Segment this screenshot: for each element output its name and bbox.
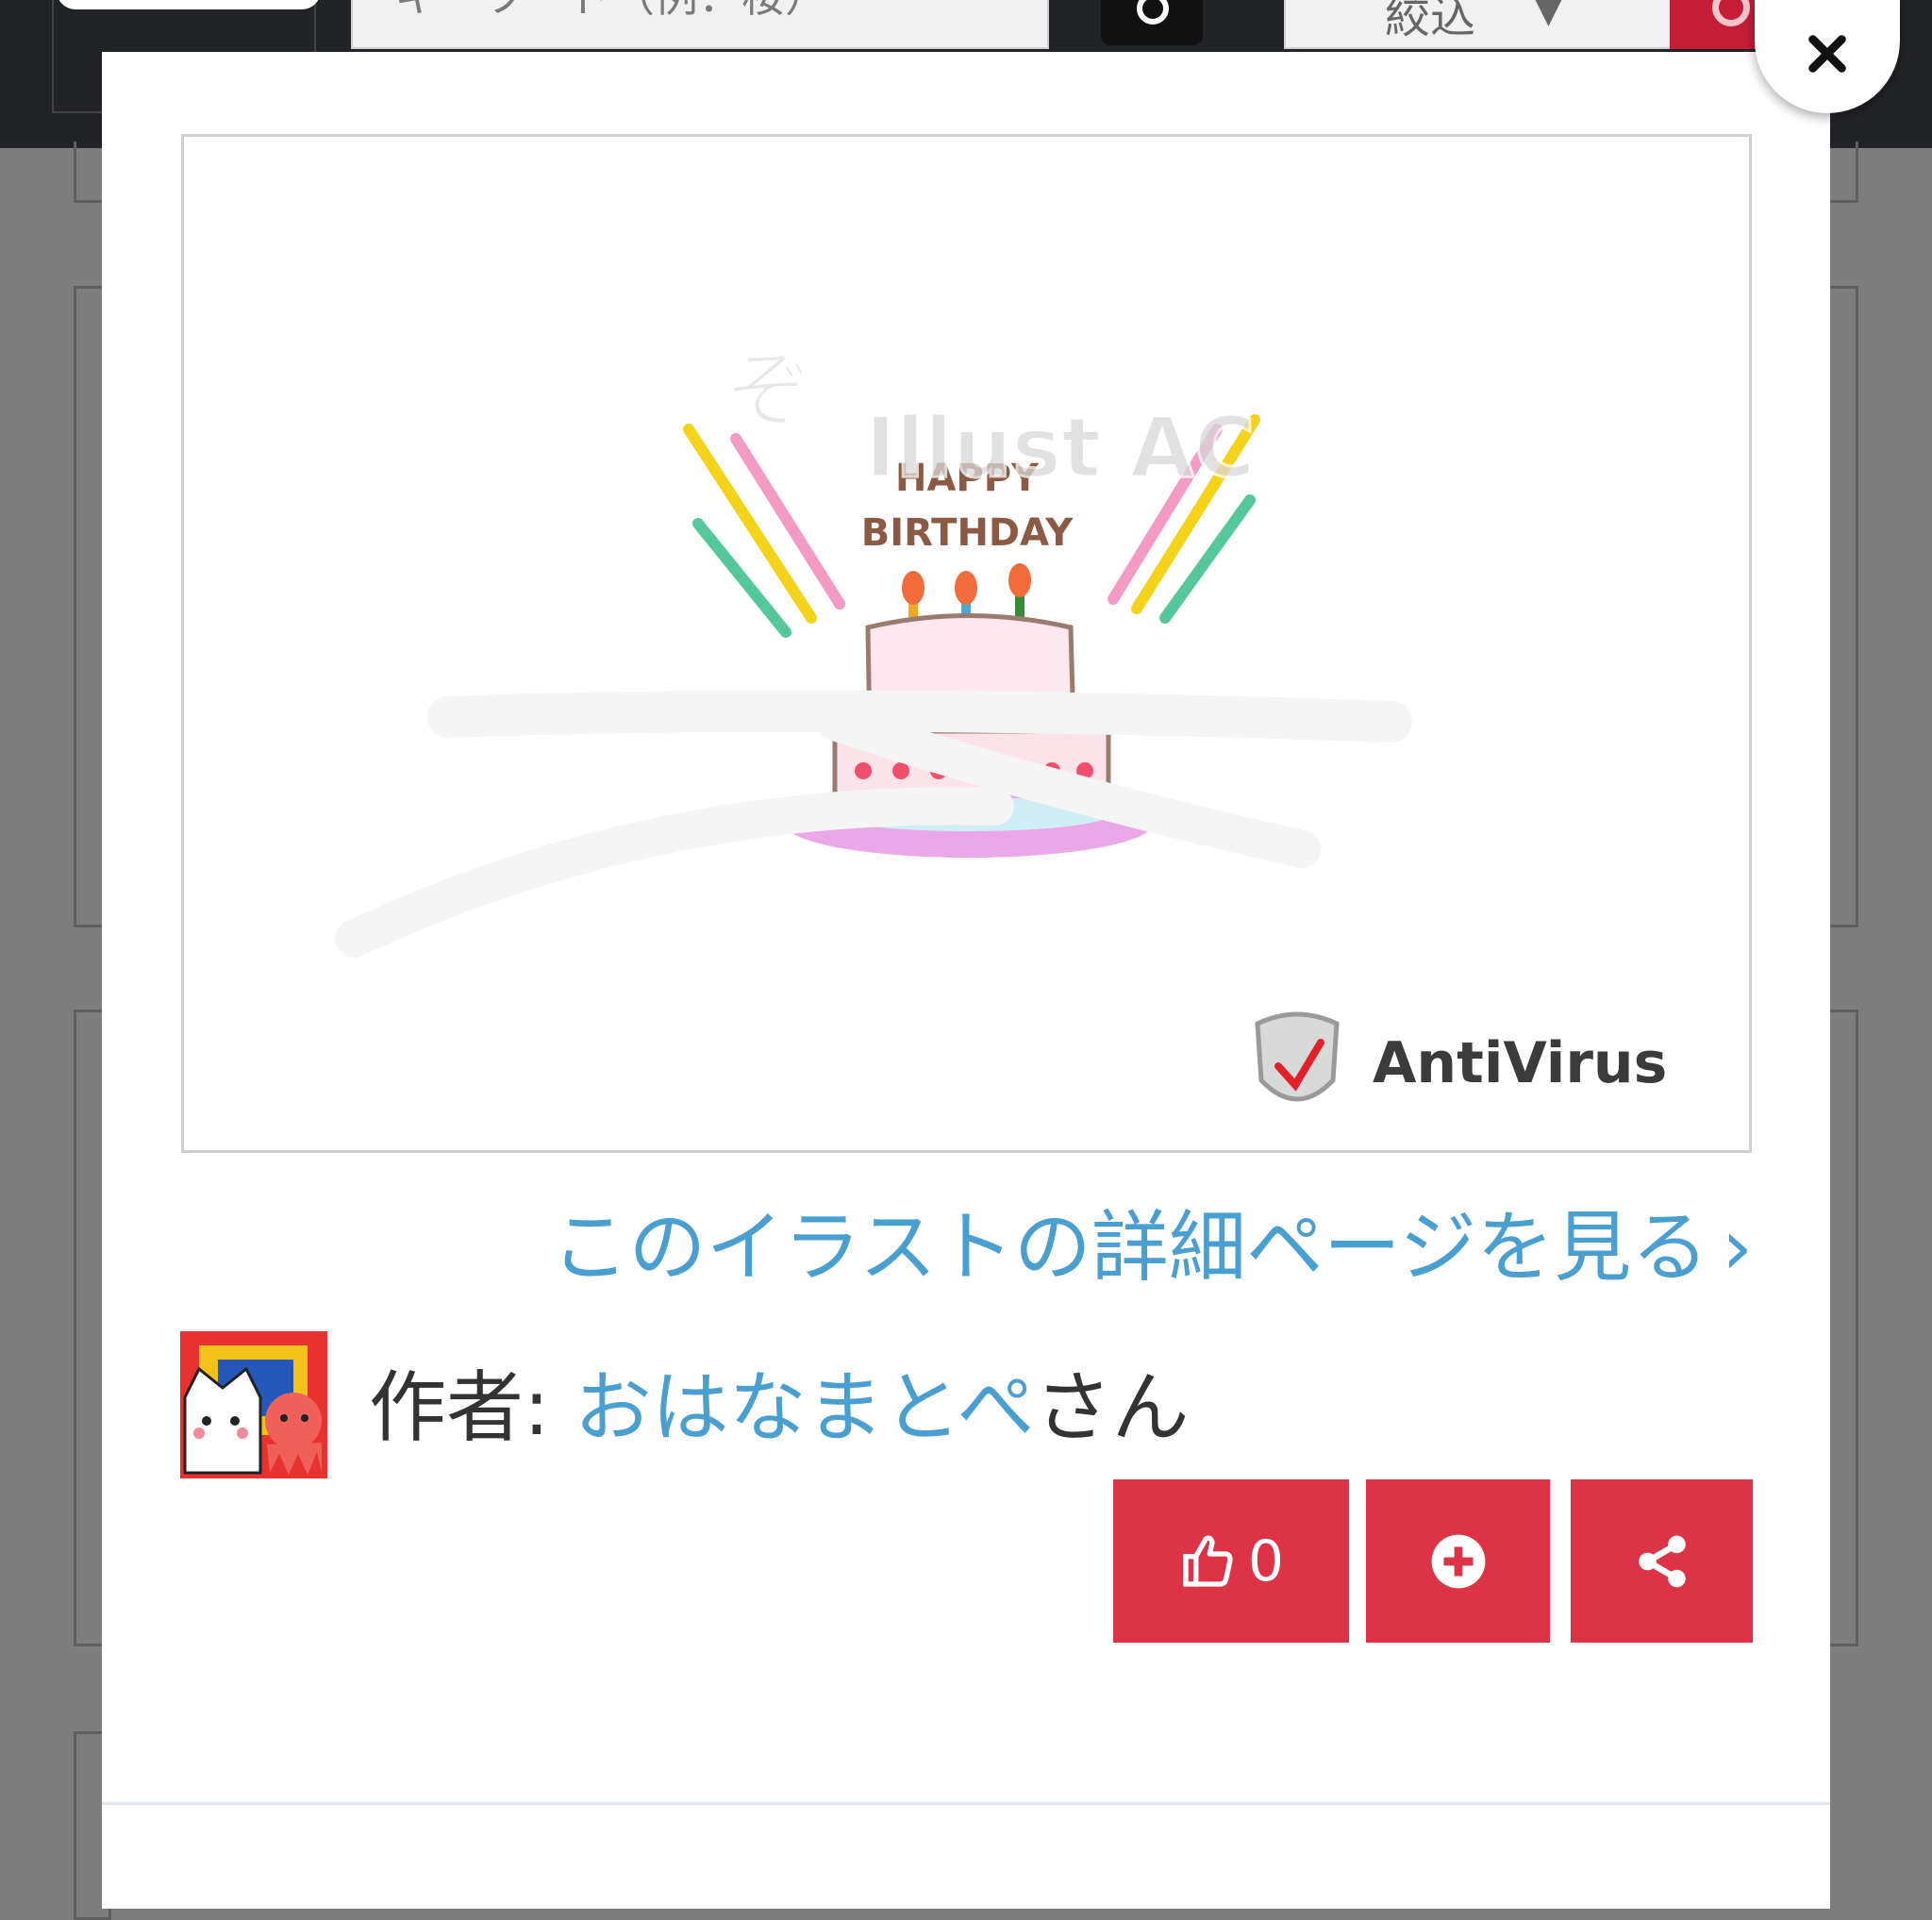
svg-text:ぞ: ぞ: [726, 342, 811, 441]
detail-link-label: このイラストの詳細ページを見る: [551, 1203, 1709, 1293]
camera-icon: [1137, 0, 1169, 25]
image-text-line2: BIRTHDAY: [861, 511, 1074, 555]
chevron-down-icon: ▼: [1531, 0, 1566, 32]
search-icon: [1712, 0, 1750, 26]
antivirus-badge: AntiVirus: [1255, 1011, 1667, 1102]
share-icon: [1638, 1535, 1686, 1587]
antivirus-label: AntiVirus: [1373, 1030, 1667, 1096]
logo-button[interactable]: [57, 0, 321, 9]
add-to-collection-button[interactable]: [1366, 1479, 1550, 1643]
image-search-button[interactable]: [1101, 0, 1203, 45]
section-divider: [102, 1802, 1830, 1805]
author-suffix: さん: [1034, 1363, 1190, 1453]
birthday-cake-illustration: HAPPY BIRTHDAY ぞ Illust AC AntiVirus: [335, 341, 1667, 1102]
author-avatar[interactable]: [180, 1331, 327, 1478]
thumbs-up-icon: [1183, 1535, 1233, 1587]
detail-page-link[interactable]: このイラストの詳細ページを見る ›: [551, 1184, 1753, 1296]
author-name-link[interactable]: おはなまとぺ: [575, 1363, 1035, 1453]
filter-select[interactable]: 絞込 ▼: [1284, 0, 1680, 49]
author-credit: 作者: おはなまとぺさん: [369, 1361, 1190, 1456]
plus-circle-icon: [1431, 1534, 1485, 1588]
illustration-preview[interactable]: HAPPY BIRTHDAY ぞ Illust AC AntiVirus: [181, 134, 1752, 1153]
chevron-right-icon: ›: [1722, 1203, 1753, 1293]
search-input[interactable]: キーワード（例：桜）: [351, 0, 1049, 49]
filter-label: 絞込: [1385, 0, 1476, 43]
search-placeholder: キーワード（例：桜）: [394, 0, 828, 22]
watermark-text: Illust AC: [865, 399, 1256, 496]
illustration-modal: HAPPY BIRTHDAY ぞ Illust AC AntiVirus このイ…: [102, 52, 1830, 1909]
close-icon: [1808, 35, 1846, 73]
share-button[interactable]: [1571, 1479, 1753, 1643]
like-button[interactable]: 0: [1113, 1479, 1349, 1643]
author-prefix: 作者:: [369, 1363, 575, 1453]
like-count: 0: [1247, 1528, 1285, 1594]
